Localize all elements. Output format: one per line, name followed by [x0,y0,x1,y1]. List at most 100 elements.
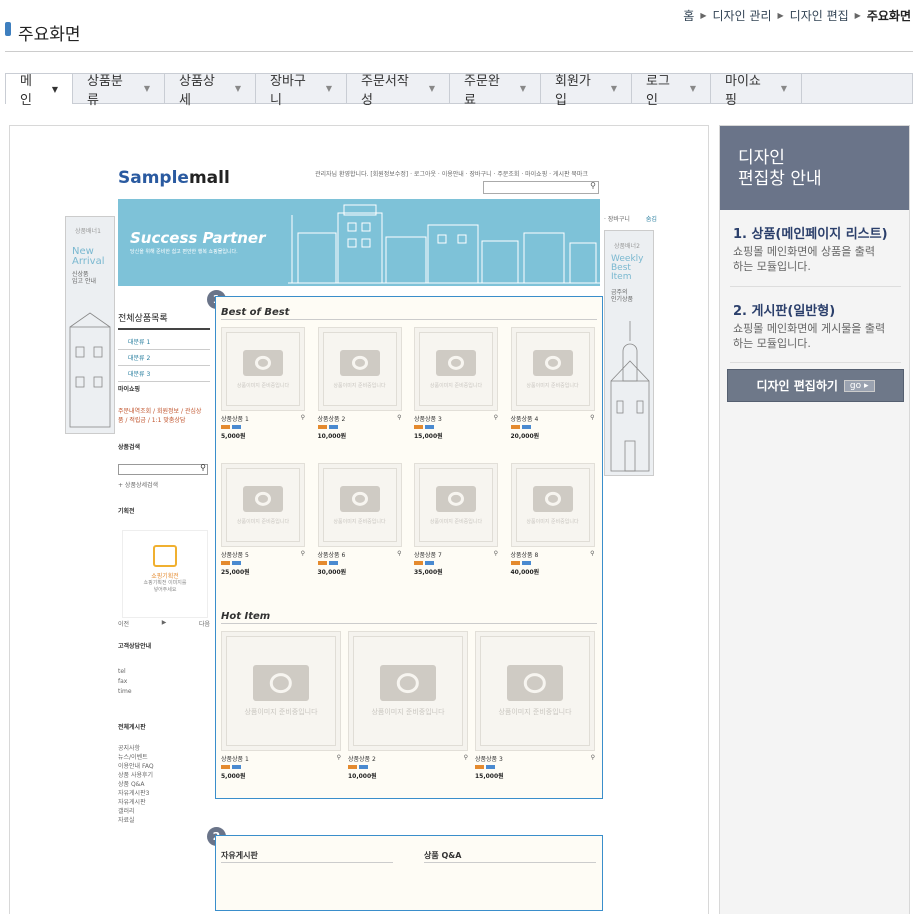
product-name[interactable]: 상품상품 1 [221,754,249,763]
breadcrumb-home[interactable]: 홈 [683,7,694,24]
product-name[interactable]: 상품상품 4 [511,414,539,423]
product-price: 20,000원 [510,433,540,440]
product-name[interactable]: 상품상품 3 [475,754,503,763]
product-image[interactable]: 상품이미지 준비중입니다 [221,327,305,411]
tab-product-detail[interactable]: 상품상세 ▼ [165,74,256,108]
zoom-icon[interactable]: ⚲ [397,414,401,423]
zoom-icon[interactable]: ⚲ [590,550,594,559]
product-item[interactable]: 상품이미지 준비중입니다상품상품 3 ⚲ 15,000원 [475,631,595,780]
product-image[interactable]: 상품이미지 준비중입니다 [475,631,595,751]
search-icon: ⚲ [590,181,596,190]
product-name[interactable]: 상품상품 2 [348,754,376,763]
product-image[interactable]: 상품이미지 준비중입니다 [348,631,468,751]
side-banner-title: New Arrival [72,247,105,267]
hot-section-title: Hot Item [221,611,597,624]
category-title: 전체상품목록 [118,311,210,330]
product-name-row: 상품상품 7 ⚲ [414,550,498,559]
product-price: 5,000원 [221,433,246,440]
zoom-icon[interactable]: ⚲ [591,754,595,763]
product-item[interactable]: 상품이미지 준비중입니다상품상품 1 ⚲ 5,000원 [221,327,305,440]
product-name[interactable]: 상품상품 8 [511,550,539,559]
product-image[interactable]: 상품이미지 준비중입니다 [414,327,498,411]
panel-title-line: 편집창 안내 [738,169,822,189]
edit-button-label: 디자인 편집하기 [756,379,838,393]
product-item[interactable]: 상품이미지 준비중입니다 상품상품 5 ⚲ 25,000원 [221,463,305,576]
product-image[interactable]: 상품이미지 준비중입니다 [510,327,595,411]
breadcrumb-design-edit[interactable]: 디자인 편집 [790,7,849,24]
tab-main[interactable]: 메인 ▼ [6,73,73,108]
badge-icon [359,765,368,769]
plan-prev-button[interactable]: 이전 [118,619,129,628]
plan-desc: 쇼핑기획전 이미지를 넣어주세요 [123,580,207,594]
category-nav: 전체상품목록 대분류 1 대분류 2 대분류 3 [118,311,210,382]
zoom-icon[interactable]: ⚲ [337,754,341,763]
main-banner: Success Partner 당신을 위해 준비한 쉽고 편안한 행복 쇼핑몰… [118,199,600,286]
badge-icon [521,561,531,565]
product-item[interactable]: 상품이미지 준비중입니다 상품상품 3 ⚲ 15,000원 [414,327,498,440]
product-item[interactable]: 상품이미지 준비중입니다상품상품 4 ⚲ 20,000원 [510,327,595,440]
badge-icon [221,425,230,429]
tab-category[interactable]: 상품분류 ▼ [73,74,165,108]
product-name[interactable]: 상품상품 5 [221,550,249,559]
tab-cart[interactable]: 장바구니 ▼ [256,74,347,108]
breadcrumb-design-manage[interactable]: 디자인 관리 [712,7,771,24]
product-name[interactable]: 상품상품 3 [414,414,442,423]
tab-label: 주문완료 [464,73,500,108]
plan-next-button[interactable]: 다음 [199,619,210,628]
board-list-title: 전체게시판 [118,724,146,731]
chevron-down-icon: ▼ [428,84,435,93]
zoom-icon[interactable]: ⚲ [301,414,305,423]
product-name[interactable]: 상품상품 2 [318,414,346,423]
product-item[interactable]: 상품이미지 준비중입니다 상품상품 2 ⚲ 10,000원 [317,327,402,440]
zoom-icon[interactable]: ⚲ [301,550,305,559]
side-banner-label: 상품배너2 [614,243,640,250]
plan-name: 쇼핑기획전 [151,573,179,580]
go-label: go [849,380,862,391]
board-module[interactable]: 자유게시판 상품 Q&A [215,835,603,911]
guide-item-desc: 쇼핑몰 메인화면에 게시물을 출력 하는 모듈입니다. [733,321,885,351]
product-image[interactable]: 상품이미지 준비중입니다 [221,631,341,751]
product-item[interactable]: 상품이미지 준비중입니다 상품상품 8 ⚲ 40,000원 [510,463,595,576]
play-icon[interactable]: ▶ [162,619,167,628]
product-image[interactable]: 상품이미지 준비중입니다 [221,463,305,547]
product-image[interactable]: 상품이미지 준비중입니다 [510,463,595,547]
product-item[interactable]: 상품이미지 준비중입니다 상품상품 7 ⚲ 35,000원 [414,463,498,576]
tab-login[interactable]: 로그인 ▼ [632,74,711,108]
product-module[interactable]: Best of Best 상품이미지 준비중입니다 상품상품 1 ⚲ 5,000원 상품… [215,296,603,799]
product-name[interactable]: 상품상품 6 [318,550,346,559]
category-item[interactable]: 대분류 1 [118,334,210,350]
header-divider [5,51,913,52]
zoom-icon[interactable]: ⚲ [397,550,401,559]
side-building-illustration [69,312,111,428]
tab-signup[interactable]: 회원가입 ▼ [541,74,632,108]
category-item[interactable]: 대분류 3 [118,366,210,382]
tab-myshop[interactable]: 마이쇼핑 ▼ [711,74,802,108]
product-name[interactable]: 상품상품 1 [221,414,249,423]
left-side-banner: 상품배너1 New Arrival 신상품 입고 안내 [65,216,115,434]
product-image[interactable]: 상품이미지 준비중입니다 [317,463,402,547]
badge-icon [521,425,531,429]
side-banner-line: Arrival [72,256,105,267]
badge-icon [317,561,327,565]
zoom-icon[interactable]: ⚲ [590,414,594,423]
product-image[interactable]: 상품이미지 준비중입니다 [317,327,402,411]
placeholder-text: 상품이미지 준비중입니다 [429,382,483,389]
tab-order-form[interactable]: 주문서작성 ▼ [347,74,450,108]
product-name[interactable]: 상품상품 7 [414,550,442,559]
product-item[interactable]: 상품이미지 준비중입니다 상품상품 2 ⚲ 10,000원 [348,631,468,780]
tab-label: 로그인 [646,73,670,108]
product-item[interactable]: 상품이미지 준비중입니다 상품상품 6 ⚲ 30,000원 [317,463,402,576]
product-image[interactable]: 상품이미지 준비중입니다 [414,463,498,547]
category-item[interactable]: 대분류 2 [118,350,210,366]
product-item[interactable]: 상품이미지 준비중입니다 상품상품 1 ⚲ 5,000원 [221,631,341,780]
design-edit-button[interactable]: 디자인 편집하기 go ▸ [727,369,904,402]
tab-order-complete[interactable]: 주문완료 ▼ [450,74,541,108]
product-price: 15,000원 [475,773,504,780]
product-badges [317,425,402,429]
board-link: 자료실 [118,817,135,824]
zoom-icon[interactable]: ⚲ [494,550,498,559]
design-guide-panel: 디자인 편집창 안내 1. 상품(메인페이지 리스트) 쇼핑몰 메인화면에 상품을… [719,125,910,914]
product-name-row: 상품상품 5 ⚲ [221,550,305,559]
zoom-icon[interactable]: ⚲ [464,754,468,763]
zoom-icon[interactable]: ⚲ [494,414,498,423]
